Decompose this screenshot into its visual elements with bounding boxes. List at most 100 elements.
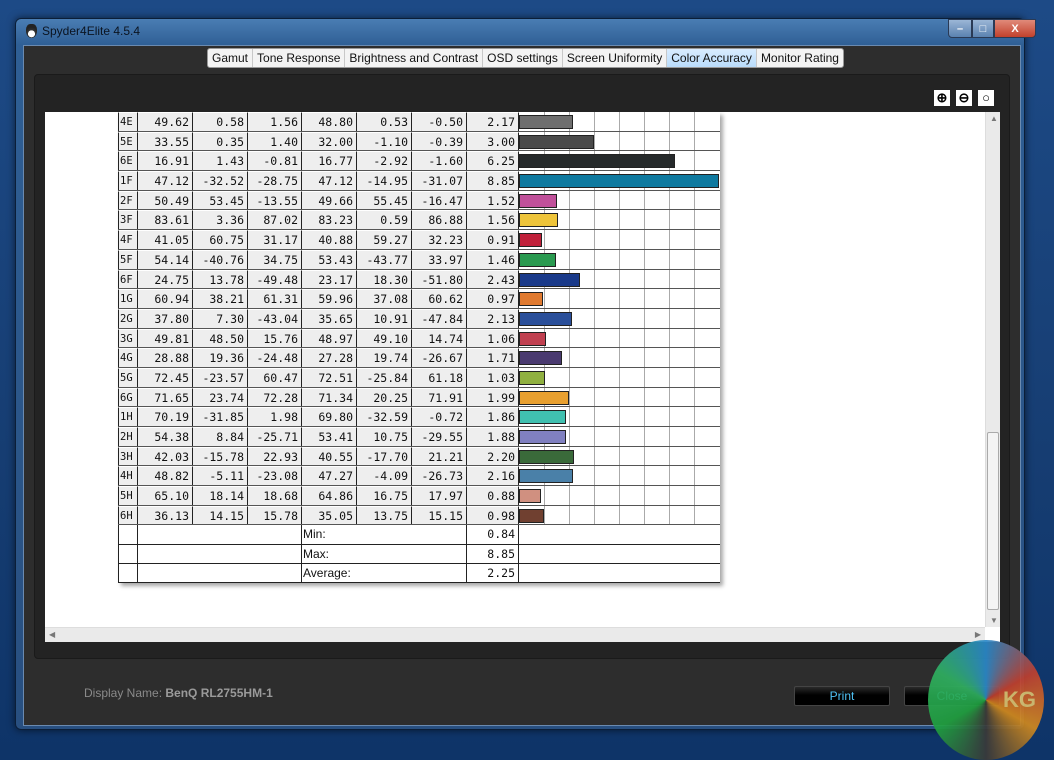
value-cell: -5.11	[193, 466, 248, 486]
value-cell: -25.71	[248, 427, 302, 446]
value-cell: 54.38	[138, 427, 193, 446]
gridline	[644, 190, 645, 210]
table-row: 5E 33.55 0.35 1.40 32.00 -1.10 -0.39 3.00	[118, 131, 720, 152]
summary-label: Average:	[302, 564, 467, 583]
gridline	[569, 328, 570, 348]
table-row: 5H 65.10 18.14 18.68 64.86 16.75 17.97 0.88	[118, 486, 720, 506]
value-cell: 69.80	[302, 407, 357, 426]
delta-e-bar	[519, 174, 719, 189]
value-cell: -0.72	[412, 407, 467, 426]
kg-watermark-logo: KG	[928, 640, 1044, 760]
value-cell: 49.66	[302, 190, 357, 210]
gridline	[644, 407, 645, 426]
gridline	[594, 308, 595, 328]
tab-tone-response[interactable]: Tone Response	[253, 49, 346, 67]
value-cell: 1.40	[248, 131, 302, 151]
tab-gamut[interactable]: Gamut	[208, 49, 254, 67]
value-cell: -28.75	[248, 171, 302, 190]
print-button[interactable]: Print	[794, 686, 890, 706]
gridline	[569, 249, 570, 269]
value-cell: 0.58	[193, 112, 248, 131]
gridline	[644, 446, 645, 466]
value-cell: 13.75	[357, 505, 412, 525]
gridline	[594, 190, 595, 210]
gridline	[594, 427, 595, 446]
delta-e-cell: 2.13	[467, 308, 519, 328]
close-window-button[interactable]: X	[994, 19, 1036, 38]
bar-area	[519, 348, 719, 367]
gridline	[619, 190, 620, 210]
gridline	[694, 230, 695, 249]
value-cell: 48.82	[138, 466, 193, 486]
value-cell: 72.28	[248, 387, 302, 407]
gridline	[694, 486, 695, 505]
gridline	[644, 249, 645, 269]
gridline	[594, 446, 595, 466]
tab-brightness-contrast[interactable]: Brightness and Contrast	[345, 49, 484, 67]
bar-area	[519, 427, 719, 446]
value-cell: 1.43	[193, 151, 248, 171]
value-cell: 49.62	[138, 112, 193, 131]
gridline	[619, 249, 620, 269]
tab-monitor-rating[interactable]: Monitor Rating	[757, 49, 843, 67]
value-cell: -2.92	[357, 151, 412, 171]
vertical-scroll-thumb[interactable]	[987, 432, 999, 610]
gridline	[669, 131, 670, 151]
delta-e-bar	[519, 390, 569, 405]
value-cell: 37.08	[357, 289, 412, 308]
maximize-button[interactable]: □	[972, 19, 994, 38]
gridline	[569, 407, 570, 426]
value-cell: 18.30	[357, 269, 412, 289]
gridline	[594, 466, 595, 486]
value-cell: 40.55	[302, 446, 357, 466]
value-cell: 34.75	[248, 249, 302, 269]
gridline	[619, 289, 620, 308]
value-cell: 71.65	[138, 387, 193, 407]
value-cell: 31.17	[248, 230, 302, 249]
value-cell: 28.88	[138, 348, 193, 367]
value-cell: 19.74	[357, 348, 412, 367]
zoom-fit-icon[interactable]: ○	[977, 89, 995, 107]
value-cell: 47.27	[302, 466, 357, 486]
empty-cell	[138, 525, 302, 544]
patch-id-cell: 6E	[118, 151, 138, 171]
tab-screen-uniformity[interactable]: Screen Uniformity	[563, 49, 668, 67]
value-cell: -43.77	[357, 249, 412, 269]
zoom-in-icon[interactable]: ⊕	[933, 89, 951, 107]
zoom-out-icon[interactable]: ⊖	[955, 89, 973, 107]
value-cell: 14.15	[193, 505, 248, 525]
gridline	[694, 190, 695, 210]
value-cell: 0.59	[357, 210, 412, 230]
value-cell: 22.93	[248, 446, 302, 466]
delta-e-bar	[519, 370, 545, 385]
value-cell: 1.56	[248, 112, 302, 131]
horizontal-scrollbar[interactable]: ◀ ▶	[45, 627, 985, 642]
vertical-scrollbar[interactable]: ▲ ▼	[985, 112, 1000, 627]
value-cell: 50.49	[138, 190, 193, 210]
table-row: 4E 49.62 0.58 1.56 48.80 0.53 -0.50 2.17	[118, 112, 720, 132]
empty-cell	[138, 564, 302, 583]
gridline	[694, 505, 695, 525]
value-cell: 21.21	[412, 446, 467, 466]
empty-cell	[118, 564, 138, 583]
gridline	[694, 328, 695, 348]
delta-e-cell: 1.03	[467, 367, 519, 387]
bar-area	[519, 151, 719, 171]
gridline	[694, 112, 695, 131]
tab-osd-settings[interactable]: OSD settings	[483, 49, 563, 67]
value-cell: 53.45	[193, 190, 248, 210]
value-cell: 7.30	[193, 308, 248, 328]
patch-id-cell: 2G	[118, 308, 138, 328]
summary-row: Min: 0.84	[118, 525, 720, 545]
gridline	[619, 486, 620, 505]
gridline	[644, 269, 645, 289]
value-cell: -16.47	[412, 190, 467, 210]
delta-e-bar	[519, 489, 541, 504]
minimize-button[interactable]: –	[948, 19, 972, 38]
gridline	[544, 505, 545, 525]
delta-e-bar	[519, 410, 566, 425]
tab-color-accuracy[interactable]: Color Accuracy	[667, 49, 757, 67]
gridline	[569, 230, 570, 249]
bar-area	[519, 486, 719, 505]
gridline	[594, 486, 595, 505]
